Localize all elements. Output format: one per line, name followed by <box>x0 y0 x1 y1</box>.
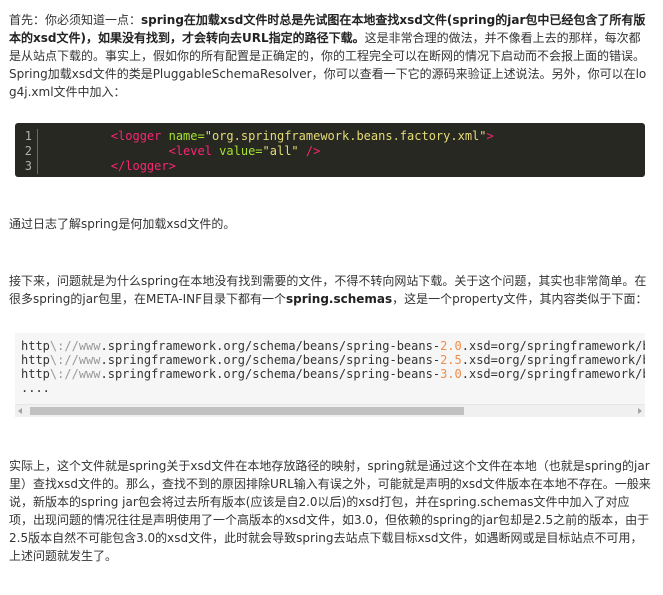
code-line: .... <box>21 381 50 395</box>
code-line: <level value="all" /> <box>168 144 321 158</box>
scrollbar-thumb[interactable] <box>30 407 464 415</box>
code-line: http\://www.springframework.org/schema/b… <box>21 353 645 367</box>
code-lines: http\://www.springframework.org/schema/b… <box>21 339 645 395</box>
code-line: http\://www.springframework.org/schema/b… <box>21 367 645 381</box>
code-line: http\://www.springframework.org/schema/b… <box>21 339 645 353</box>
conclusion-paragraph: 实际上，这个文件就是spring关于xsd文件在本地存放路径的映射，spring… <box>9 459 651 563</box>
line-number: 1 <box>24 129 32 143</box>
schemas-text-2: ，这是一个property文件，其内容类似于下面： <box>392 292 648 306</box>
schemas-filename: spring.schemas <box>286 292 393 306</box>
line-number: 2 <box>24 144 32 158</box>
article: 首先：你必须知道一点：spring在加载xsd文件时总是先试图在本地查找xsd文… <box>0 0 663 595</box>
code-line: <logger name="org.springframework.beans.… <box>110 129 494 143</box>
log-paragraph: 通过日志了解spring是何加载xsd文件的。 <box>9 217 236 231</box>
xml-code-block[interactable]: 1 2 3 <logger name="org.springframework.… <box>15 123 645 177</box>
code-line: </logger> <box>110 159 176 173</box>
horizontal-scrollbar[interactable] <box>15 404 645 417</box>
scroll-left-arrow-icon[interactable] <box>18 408 22 414</box>
schemas-paragraph: 接下来，问题就是为什么spring在本地没有找到需要的文件，不得不转向网站下载。… <box>9 272 652 308</box>
schemas-code-block[interactable]: http\://www.springframework.org/schema/b… <box>15 333 645 417</box>
intro-paragraph: 首先：你必须知道一点：spring在加载xsd文件时总是先试图在本地查找xsd文… <box>9 11 652 101</box>
line-number: 3 <box>24 159 32 173</box>
scroll-right-arrow-icon[interactable] <box>638 408 642 414</box>
intro-text-1: 首先：你必须知道一点： <box>9 13 142 27</box>
line-number-gutter: 1 2 3 <box>15 129 38 174</box>
code-lines: <logger name="org.springframework.beans.… <box>53 129 494 174</box>
